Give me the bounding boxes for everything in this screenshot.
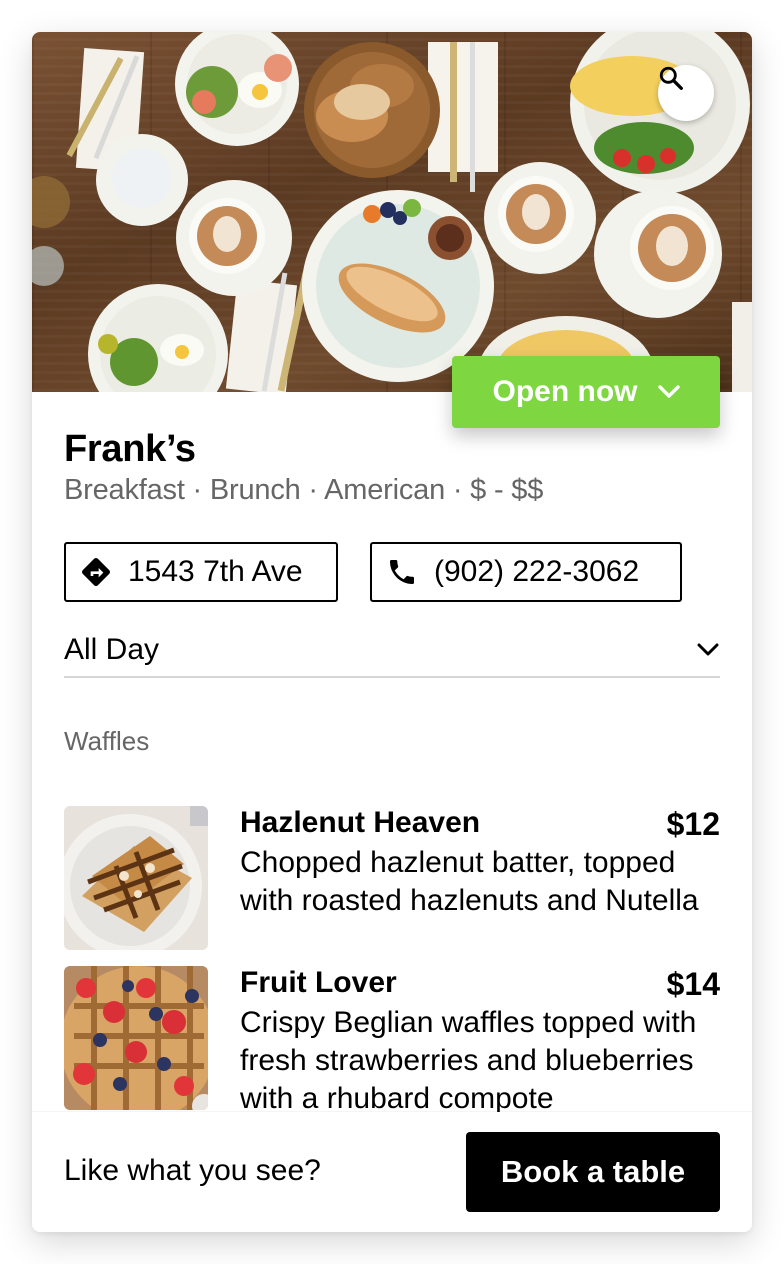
menu-item-description: Crispy Beglian waffles topped with fresh… xyxy=(240,1006,697,1115)
address-text: 1543 7th Ave xyxy=(128,555,303,588)
footer-prompt: Like what you see? xyxy=(64,1154,321,1187)
address-chip[interactable]: 1543 7th Ave xyxy=(64,542,338,602)
chevron-down-icon xyxy=(657,385,680,398)
restaurant-tags: Breakfast · Brunch · American · $ - $$ xyxy=(64,474,544,506)
menu-item-price: $12 xyxy=(666,806,720,842)
menu-item-name: Fruit Lover xyxy=(240,966,397,999)
menu-section-title: Waffles xyxy=(64,726,150,756)
phone-chip[interactable]: (902) 222-3062 xyxy=(370,542,682,602)
menu-select[interactable]: All Day xyxy=(64,624,720,678)
menu-item-image xyxy=(64,966,208,1110)
chevron-down-icon xyxy=(697,643,719,656)
open-now-dropdown[interactable]: Open now xyxy=(452,356,720,428)
breakfast-table-illustration xyxy=(32,32,752,392)
booking-footer: Like what you see? Book a table xyxy=(32,1112,752,1232)
phone-text: (902) 222-3062 xyxy=(434,555,640,588)
phone-icon xyxy=(390,560,414,584)
menu-item-price: $14 xyxy=(666,966,720,1002)
search-icon xyxy=(659,66,683,90)
directions-icon xyxy=(82,558,110,586)
hero-image xyxy=(32,32,752,392)
book-table-button[interactable]: Book a table xyxy=(466,1132,720,1212)
menu-item-image xyxy=(64,806,208,950)
menu-item-name: Hazlenut Heaven xyxy=(240,806,481,839)
menu-item-description: Chopped hazlenut batter, topped with roa… xyxy=(240,846,699,917)
restaurant-card: Open now Frank’s Breakfast · Brunch · Am… xyxy=(32,32,752,1232)
search-button[interactable] xyxy=(658,65,714,121)
restaurant-name: Frank’s xyxy=(64,428,196,470)
menu-select-value: All Day xyxy=(64,633,160,666)
berry-waffle-illustration xyxy=(64,966,208,1110)
open-now-label: Open now xyxy=(492,375,638,408)
hazelnut-waffle-illustration xyxy=(64,806,208,950)
